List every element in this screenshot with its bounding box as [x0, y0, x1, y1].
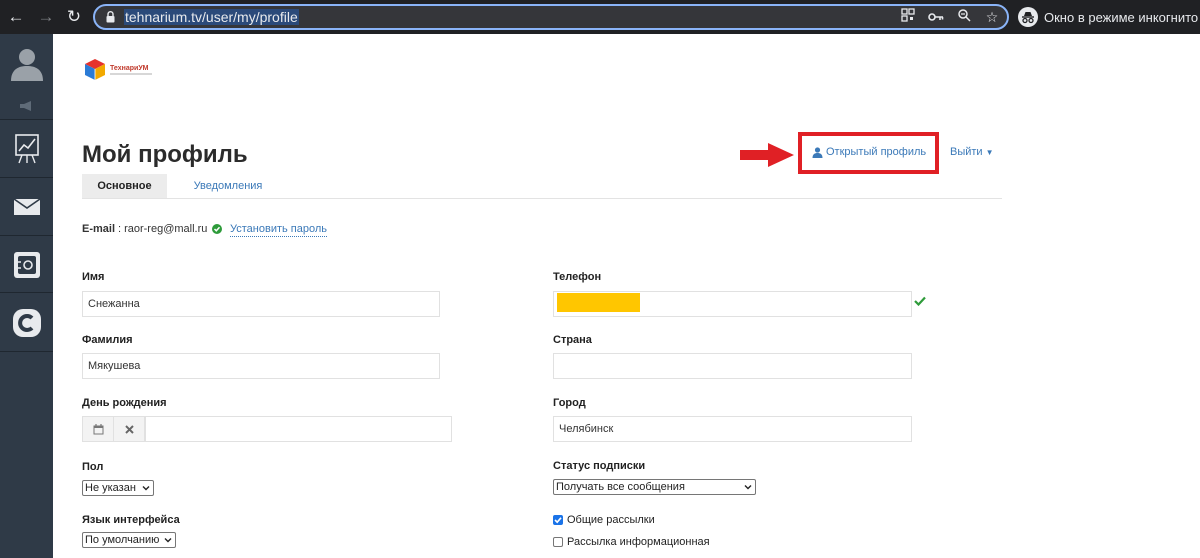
- birthday-input[interactable]: [145, 416, 452, 442]
- set-password-link[interactable]: Установить пароль: [230, 223, 328, 237]
- email-label: E-mail: [82, 223, 116, 235]
- chart-board-icon: [14, 133, 39, 163]
- email-row: E-mail: raor-reg@mall.ru: [82, 223, 223, 235]
- site-logo[interactable]: ТехнариУМ: [83, 57, 155, 81]
- logout-dropdown[interactable]: Выйти ▼: [950, 146, 994, 158]
- sidebar-service[interactable]: [0, 294, 53, 352]
- tab-main[interactable]: Основное: [82, 174, 167, 198]
- city-label: Город: [553, 397, 586, 409]
- checkmark-icon: [554, 517, 562, 524]
- verified-icon: [212, 224, 223, 234]
- red-arrow-annotation: [740, 143, 794, 167]
- language-label: Язык интерфейса: [82, 514, 180, 526]
- clear-date-button[interactable]: [113, 416, 145, 442]
- tabs-divider: [82, 198, 1002, 199]
- close-icon: [124, 424, 134, 434]
- forward-icon[interactable]: →: [36, 7, 56, 27]
- megaphone-icon: [19, 100, 31, 111]
- surname-input[interactable]: Мякушева: [82, 353, 440, 379]
- country-label: Страна: [553, 334, 592, 346]
- back-icon[interactable]: ←: [6, 7, 26, 27]
- url-text[interactable]: tehnarium.tv/user/my/profile: [124, 9, 299, 25]
- language-value: По умолчанию: [85, 534, 160, 546]
- name-input[interactable]: Снежанна: [82, 291, 440, 317]
- caret-down-icon: ▼: [985, 148, 994, 157]
- zoom-icon[interactable]: [955, 8, 973, 26]
- chevron-down-icon: [744, 485, 752, 490]
- browser-toolbar: ← → ↻ tehnarium.tv/user/my/profile ☆ Окн…: [0, 0, 1200, 34]
- language-select[interactable]: По умолчанию: [82, 532, 176, 548]
- subscription-label: Статус подписки: [553, 460, 646, 472]
- phone-label: Телефон: [553, 271, 602, 283]
- email-value: raor-reg@mall.ru: [124, 223, 208, 235]
- sidebar-announcements[interactable]: [0, 92, 53, 120]
- incognito-icon: [1018, 7, 1038, 27]
- gender-select[interactable]: Не указан: [82, 480, 154, 496]
- open-profile-label: Открытый профиль: [826, 146, 927, 158]
- name-label: Имя: [82, 271, 105, 283]
- person-icon: [812, 146, 823, 158]
- check-icon: [914, 296, 926, 306]
- qr-code-icon[interactable]: [899, 8, 917, 26]
- c-logo-icon: [12, 308, 41, 337]
- address-bar[interactable]: tehnarium.tv/user/my/profile ☆: [93, 4, 1009, 30]
- incognito-indicator[interactable]: Окно в режиме инкогнито: [1018, 6, 1198, 28]
- sidebar-safe[interactable]: [0, 237, 53, 293]
- reload-icon[interactable]: ↻: [64, 7, 84, 27]
- subscription-select[interactable]: Получать все сообщения: [553, 479, 756, 495]
- tab-notifications[interactable]: Уведомления: [178, 174, 278, 198]
- page-title: Мой профиль: [82, 141, 248, 168]
- sidebar-stats[interactable]: [0, 120, 53, 178]
- city-input[interactable]: Челябинск: [553, 416, 912, 442]
- sidebar-avatar[interactable]: [0, 34, 53, 92]
- chevron-down-icon: [164, 538, 172, 543]
- general-mailings-label: Общие рассылки: [567, 514, 655, 526]
- logo-cube-icon: [85, 59, 105, 80]
- key-icon[interactable]: [927, 8, 945, 26]
- info-mailing-checkbox[interactable]: [553, 537, 563, 547]
- chevron-down-icon: [142, 486, 150, 491]
- birthday-label: День рождения: [82, 397, 167, 409]
- logo-tagline: [110, 73, 152, 75]
- subscription-value: Получать все сообщения: [556, 481, 685, 493]
- logout-label: Выйти: [950, 146, 983, 158]
- country-input[interactable]: [553, 353, 912, 379]
- gender-label: Пол: [82, 461, 104, 473]
- safe-icon: [13, 251, 40, 278]
- open-profile-link[interactable]: Открытый профиль: [812, 146, 926, 158]
- phone-redaction: [557, 293, 640, 312]
- calendar-icon: [93, 423, 103, 434]
- logo-text: ТехнариУМ: [110, 65, 149, 72]
- incognito-label: Окно в режиме инкогнито: [1044, 9, 1199, 25]
- left-sidebar: [0, 34, 53, 558]
- info-mailing-label: Рассылка информационная: [567, 536, 710, 548]
- sidebar-messages[interactable]: [0, 179, 53, 236]
- calendar-button[interactable]: [82, 416, 114, 442]
- surname-label: Фамилия: [82, 334, 133, 346]
- user-avatar-icon: [10, 49, 43, 81]
- mail-icon: [13, 198, 40, 215]
- bookmark-star-icon[interactable]: ☆: [983, 8, 1001, 26]
- lock-icon: [106, 11, 115, 23]
- general-mailings-checkbox[interactable]: [553, 515, 563, 525]
- gender-value: Не указан: [85, 482, 136, 494]
